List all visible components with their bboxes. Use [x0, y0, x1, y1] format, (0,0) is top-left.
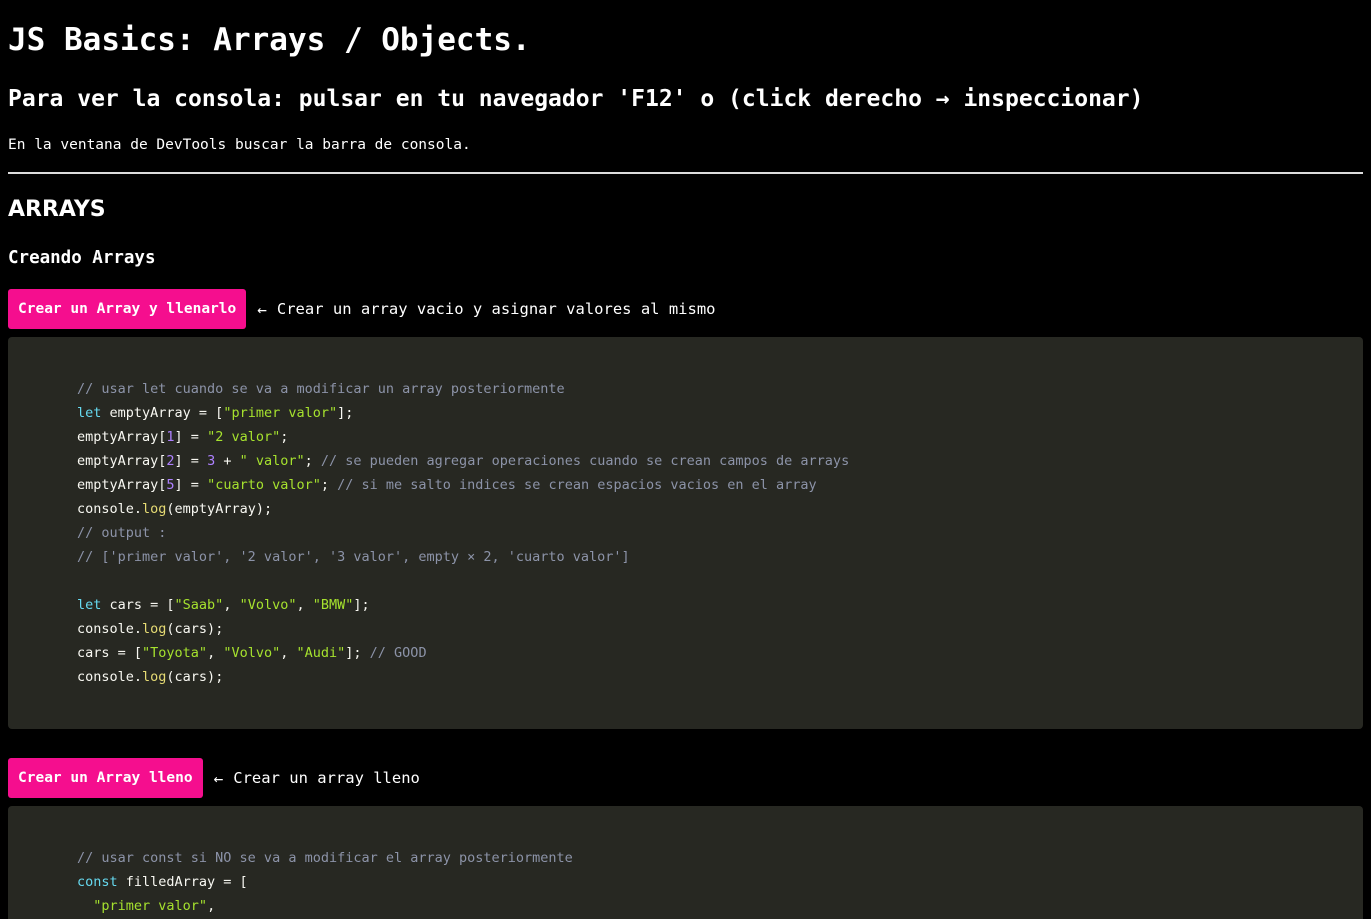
code-line: emptyArray[1] = "2 valor";	[77, 425, 1363, 449]
code-token-plain: (cars);	[166, 621, 224, 637]
code-token-plain: (cars);	[166, 669, 224, 685]
code-token-comment: // usar const si NO se va a modificar el…	[77, 850, 573, 866]
code-token-plain: emptyArray[	[77, 429, 167, 445]
code-token-plain: (emptyArray);	[166, 501, 273, 517]
code-line: let cars = ["Saab", "Volvo", "BMW"];	[77, 593, 1363, 617]
code-line: const filledArray = [	[77, 870, 1363, 894]
example-row-1: Crear un Array y llenarlo ← Crear un arr…	[8, 289, 716, 329]
code-token-string: "Volvo"	[239, 597, 297, 613]
code-token-plain: filledArray = [	[117, 874, 248, 890]
code-line: let emptyArray = ["primer valor"];	[77, 401, 1363, 425]
intro-text: En la ventana de DevTools buscar la barr…	[8, 137, 471, 153]
code-token-fn: log	[142, 501, 167, 517]
code-token-number: 5	[166, 477, 175, 493]
example-row-2: Crear un Array lleno ← Crear un array ll…	[8, 758, 420, 798]
code-token-comment: // GOOD	[369, 645, 427, 661]
console-instructions-heading: Para ver la consola: pulsar en tu navega…	[8, 86, 1144, 112]
code-token-string: "Saab"	[174, 597, 224, 613]
section-subtitle: Creando Arrays	[8, 248, 156, 268]
code-token-plain: ] =	[174, 429, 208, 445]
code-lines-2: // usar const si NO se va a modificar el…	[77, 846, 1363, 918]
left-arrow-icon: ←	[213, 768, 224, 788]
code-token-comment: // se pueden agregar operaciones cuando …	[320, 453, 850, 469]
code-token-plain: ];	[345, 645, 370, 661]
code-token-string: "primer valor"	[93, 898, 208, 914]
code-block-2: // usar const si NO se va a modificar el…	[8, 806, 1363, 919]
code-token-string: " valor"	[239, 453, 305, 469]
code-token-plain: +	[215, 453, 240, 469]
code-line: "primer valor",	[77, 894, 1363, 918]
code-token-plain: emptyArray[	[77, 453, 167, 469]
code-token-plain: cars = [	[77, 645, 143, 661]
code-token-keyword: let	[77, 597, 102, 613]
code-line: emptyArray[5] = "cuarto valor"; // si me…	[77, 473, 1363, 497]
code-token-comment: // si me salto indices se crean espacios…	[337, 477, 817, 493]
code-token-string: "Toyota"	[142, 645, 208, 661]
code-token-plain: console.	[77, 621, 143, 637]
code-token-plain: ];	[337, 405, 354, 421]
code-line: cars = ["Toyota", "Volvo", "Audi"]; // G…	[77, 641, 1363, 665]
code-token-plain: ];	[353, 597, 370, 613]
code-token-string: "Volvo"	[223, 645, 281, 661]
code-token-number: 1	[166, 429, 175, 445]
code-line: // usar const si NO se va a modificar el…	[77, 846, 1363, 870]
code-line: emptyArray[2] = 3 + " valor"; // se pued…	[77, 449, 1363, 473]
code-token-string: "primer valor"	[223, 405, 338, 421]
code-token-plain: ] =	[174, 453, 208, 469]
code-token-plain: emptyArray[	[77, 477, 167, 493]
code-token-string: "Audi"	[296, 645, 346, 661]
code-token-keyword: const	[77, 874, 118, 890]
code-line: console.log(emptyArray);	[77, 497, 1363, 521]
code-token-plain: emptyArray = [	[101, 405, 224, 421]
code-token-plain: ;	[320, 477, 338, 493]
create-and-fill-array-button[interactable]: Crear un Array y llenarlo	[8, 289, 247, 329]
code-line: // usar let cuando se va a modificar un …	[77, 377, 1363, 401]
code-token-fn: log	[142, 621, 167, 637]
code-lines-1: // usar let cuando se va a modificar un …	[77, 377, 1363, 689]
code-line: // output :	[77, 521, 1363, 545]
code-token-string: "2 valor"	[207, 429, 281, 445]
code-token-number: 2	[166, 453, 175, 469]
code-token-plain: ,	[207, 645, 224, 661]
code-block-1: // usar let cuando se va a modificar un …	[8, 337, 1363, 729]
section-title: ARRAYS	[8, 197, 106, 222]
divider	[8, 172, 1363, 174]
code-line: console.log(cars);	[77, 617, 1363, 641]
code-token-plain: ,	[280, 645, 297, 661]
code-token-plain: console.	[77, 669, 143, 685]
example-description-2: Crear un array lleno	[233, 769, 420, 787]
code-token-plain: ;	[304, 453, 321, 469]
code-token-fn: log	[142, 669, 167, 685]
left-arrow-icon: ←	[257, 299, 267, 319]
code-token-plain: ,	[223, 597, 240, 613]
page-title: JS Basics: Arrays / Objects.	[8, 22, 531, 58]
code-token-string: "BMW"	[312, 597, 354, 613]
code-token-string: "cuarto valor"	[207, 477, 321, 493]
code-token-comment: // ['primer valor', '2 valor', '3 valor'…	[77, 549, 630, 565]
code-token-plain: ,	[207, 898, 216, 914]
code-line: // ['primer valor', '2 valor', '3 valor'…	[77, 545, 1363, 569]
code-line: console.log(cars);	[77, 665, 1363, 689]
code-token-number: 3	[207, 453, 216, 469]
code-token-plain: ,	[296, 597, 313, 613]
code-token-keyword: let	[77, 405, 102, 421]
code-token-plain: ;	[280, 429, 289, 445]
code-token-comment: // output :	[77, 525, 167, 541]
code-token-plain: ] =	[174, 477, 208, 493]
code-token-plain: cars = [	[101, 597, 175, 613]
example-description-1: Crear un array vacio y asignar valores a…	[276, 300, 716, 318]
code-token-plain: console.	[77, 501, 143, 517]
create-filled-array-button[interactable]: Crear un Array lleno	[8, 758, 203, 798]
code-token-comment: // usar let cuando se va a modificar un …	[77, 381, 565, 397]
